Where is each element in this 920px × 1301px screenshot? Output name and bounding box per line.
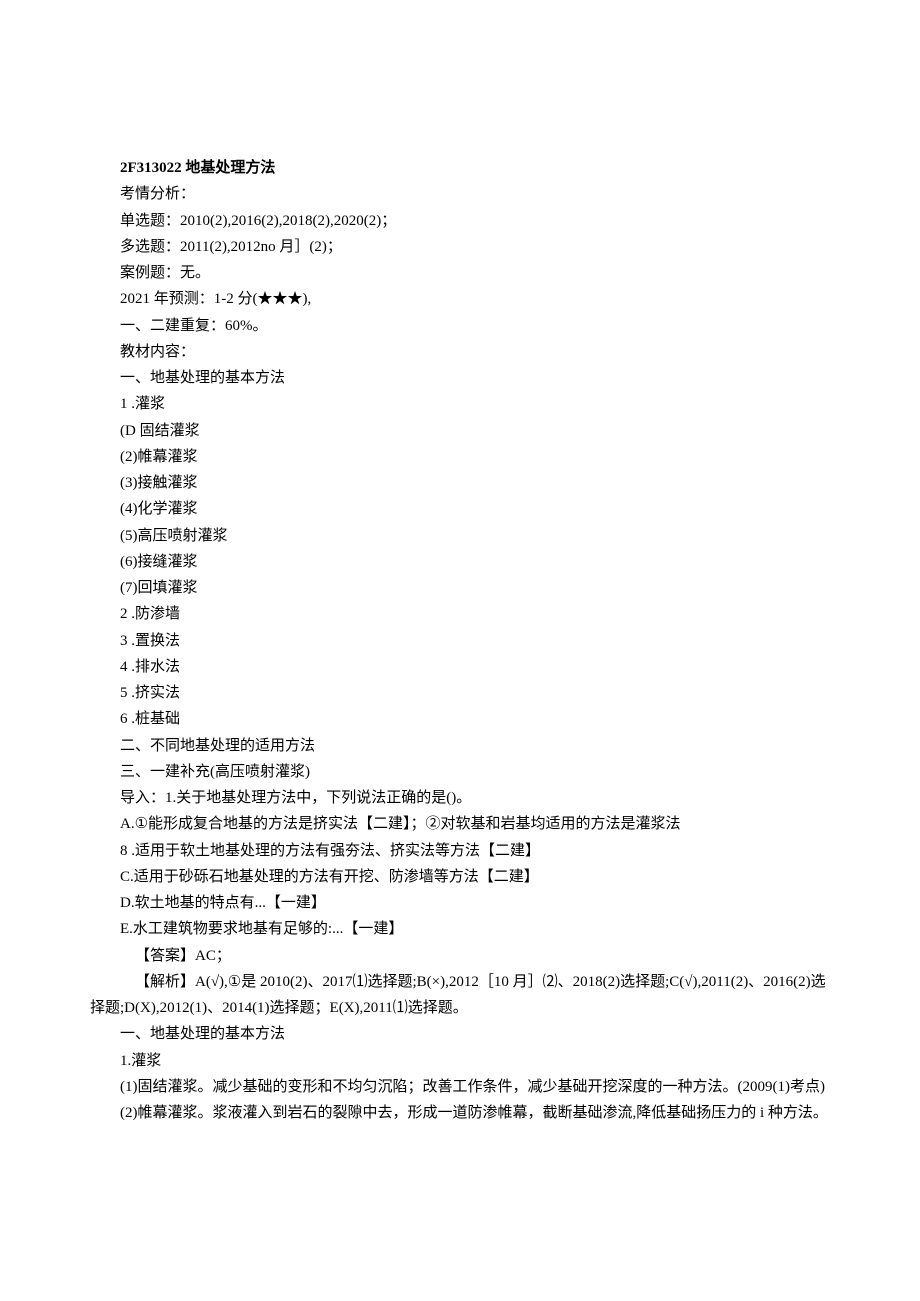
method-5: 5 .挤实法 (90, 680, 830, 706)
option-d: D.软土地基的特点有...【一建】 (90, 890, 830, 916)
option-a: A.①能形成复合地基的方法是挤实法【二建】；②对软基和岩基均适用的方法是灌浆法 (90, 811, 830, 837)
grouting-item-6: (6)接缝灌浆 (90, 549, 830, 575)
document-page: 2F313022 地基处理方法 考情分析： 单选题：2010(2),2016(2… (0, 0, 920, 1301)
grouting-item-2: (2)帷幕灌浆 (90, 444, 830, 470)
analysis-line: 【解析】A(√),①是 2010(2)、2017⑴选择题;B(×),2012［1… (90, 969, 830, 1022)
method-3: 3 .置换法 (90, 628, 830, 654)
overlap-line: 一、二建重复：60%。 (90, 313, 830, 339)
analysis-header: 考情分析： (90, 181, 830, 207)
grouting-item-1: (D 固结灌浆 (90, 418, 830, 444)
predict-line: 2021 年预测：1-2 分(★★★), (90, 286, 830, 312)
grouting-item-4: (4)化学灌浆 (90, 496, 830, 522)
grouting-item-5: (5)高压喷射灌浆 (90, 523, 830, 549)
method-4: 4 .排水法 (90, 654, 830, 680)
method-section-1-header: 一、地基处理的基本方法 (90, 365, 830, 391)
grouting-item-7: (7)回填灌浆 (90, 575, 830, 601)
section-code-title: 2F313022 地基处理方法 (90, 155, 830, 181)
option-b: 8 .适用于软土地基处理的方法有强夯法、挤实法等方法【二建】 (90, 838, 830, 864)
single-choice-line: 单选题：2010(2),2016(2),2018(2),2020(2)； (90, 208, 830, 234)
repeat-grouting-header: 1.灌浆 (90, 1048, 830, 1074)
detail-2: (2)帷幕灌浆。浆液灌入到岩石的裂隙中去，形成一道防渗帷幕，截断基础渗流,降低基… (90, 1100, 830, 1126)
grouting-item-3: (3)接触灌浆 (90, 470, 830, 496)
answer-line: 【答案】AC； (90, 943, 830, 969)
method-section-2-header: 二、不同地基处理的适用方法 (90, 733, 830, 759)
method-2: 2 .防渗墙 (90, 601, 830, 627)
question-intro: 导入：1.关于地基处理方法中，下列说法正确的是()。 (90, 785, 830, 811)
repeat-section-1-header: 一、地基处理的基本方法 (90, 1021, 830, 1047)
detail-1: (1)固结灌浆。减少基础的变形和不均匀沉陷；改善工作条件，减少基础开挖深度的一种… (90, 1074, 830, 1100)
textbook-header: 教材内容： (90, 339, 830, 365)
option-c: C.适用于砂砾石地基处理的方法有开挖、防渗墙等方法【二建】 (90, 864, 830, 890)
multi-choice-line: 多选题：2011(2),2012no 月］(2)； (90, 234, 830, 260)
option-e: E.水工建筑物要求地基有足够的:...【一建】 (90, 916, 830, 942)
grouting-header: 1 .灌浆 (90, 391, 830, 417)
case-line: 案例题：无。 (90, 260, 830, 286)
method-6: 6 .桩基础 (90, 706, 830, 732)
method-section-3-header: 三、一建补充(高压喷射灌浆) (90, 759, 830, 785)
